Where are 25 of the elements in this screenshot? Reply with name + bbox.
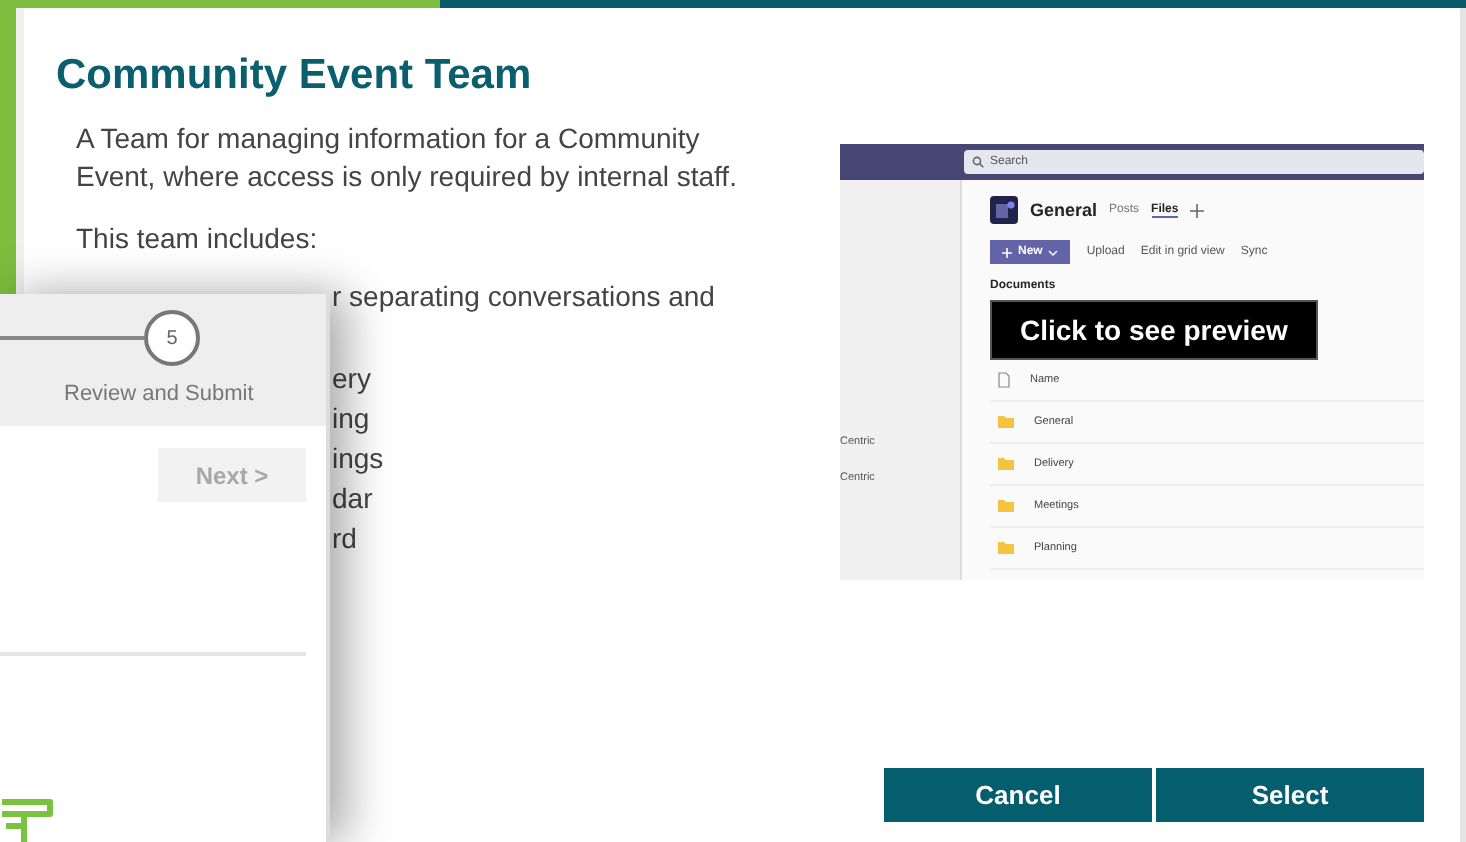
team-description: A Team for managing information for a Community Event, where access is only required by internal staff. [76, 120, 739, 196]
channel-name: General [1030, 200, 1098, 220]
feature-item: rd [332, 520, 359, 558]
cancel-button[interactable]: Cancel [884, 768, 1152, 822]
folder-icon [998, 416, 1014, 428]
preview-overlay[interactable]: Click to see preview [990, 300, 1318, 360]
feature-item: r separating conversations and [332, 278, 717, 316]
step-number: 5 [144, 310, 200, 366]
folder-icon [998, 500, 1014, 512]
feature-item: ery [332, 360, 373, 398]
folder-icon [998, 458, 1014, 470]
select-button[interactable]: Select [1156, 768, 1424, 822]
team-logo-icon [990, 196, 1018, 224]
feature-item: ings [332, 440, 386, 478]
plus-icon [1002, 247, 1012, 257]
step-label: Review and Submit [62, 382, 256, 406]
feature-item: ing [332, 400, 372, 438]
dialog-title: Community Event Team [56, 52, 534, 100]
includes-label: This team includes: [76, 220, 320, 258]
folder-icon [998, 542, 1014, 554]
file-icon [998, 372, 1010, 388]
search-icon [972, 156, 984, 168]
chevron-down-icon [1048, 249, 1059, 255]
feature-item: dar [332, 480, 375, 518]
add-icon[interactable] [1190, 203, 1205, 217]
